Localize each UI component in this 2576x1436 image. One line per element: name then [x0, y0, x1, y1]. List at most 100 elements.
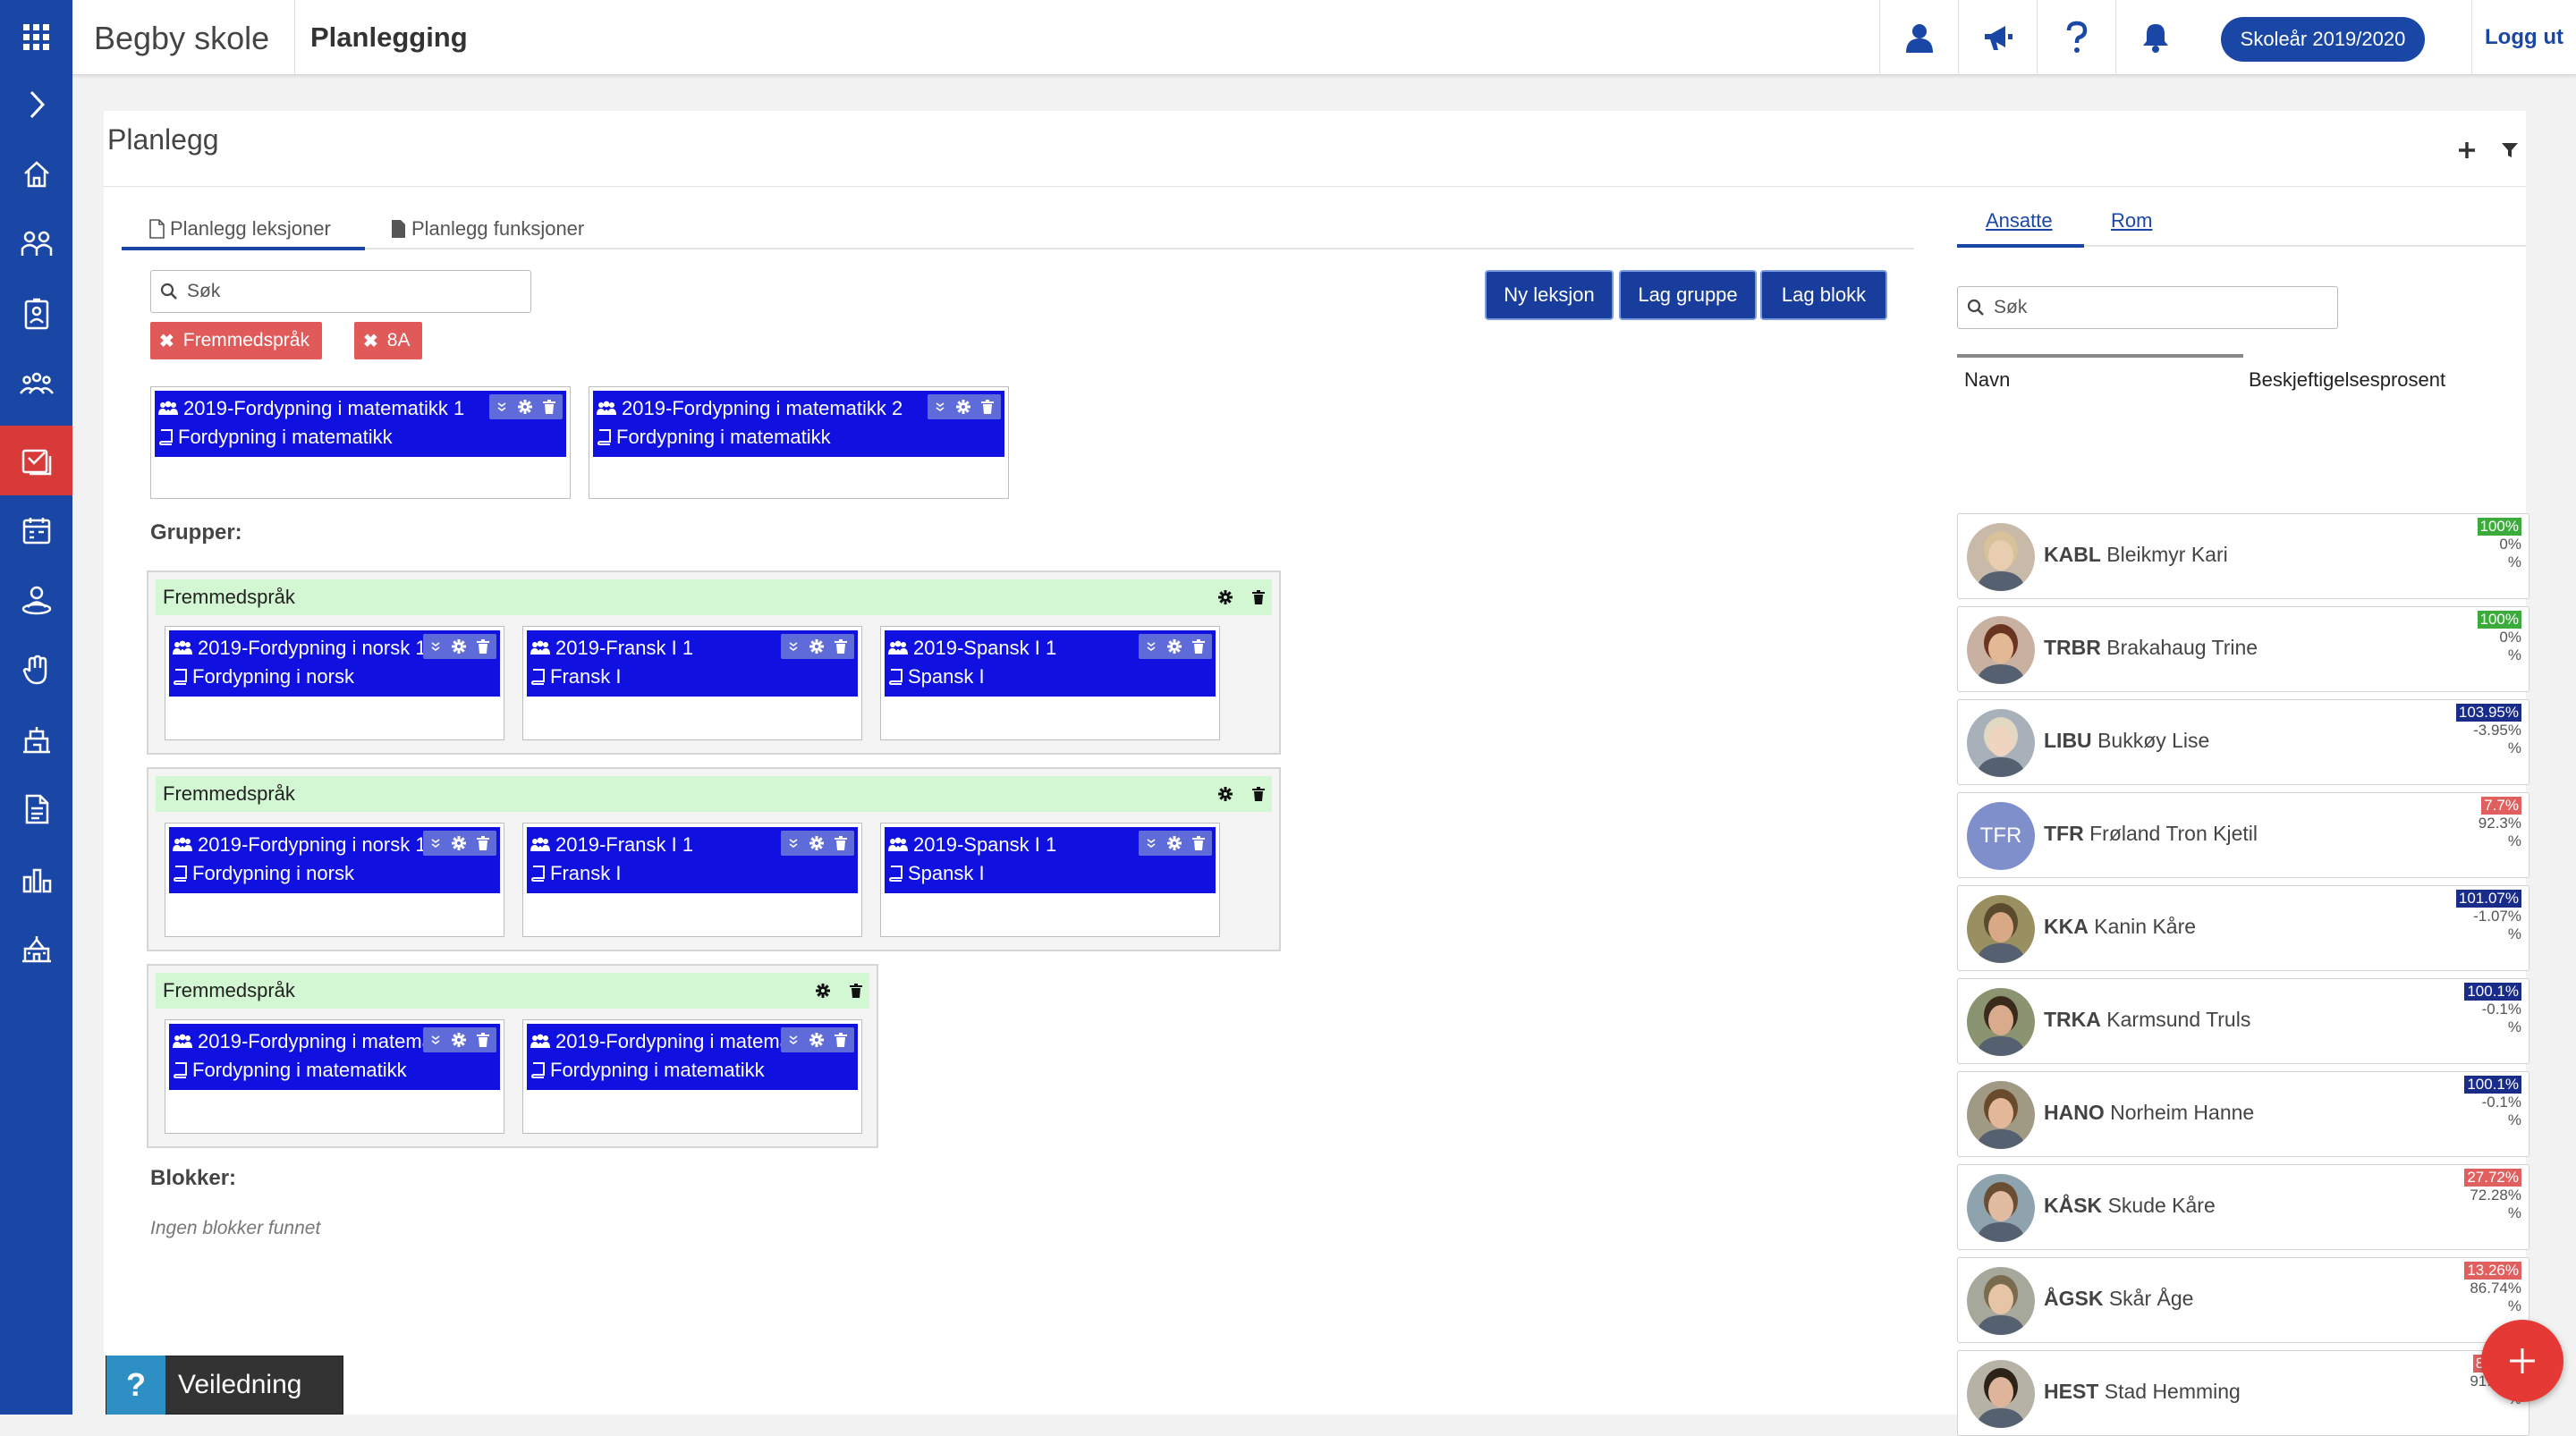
lesson-card[interactable]: 2019-Spansk I 1 Spansk I — [880, 626, 1220, 740]
lesson-card[interactable]: 2019-Spansk I 1 Spansk I — [880, 823, 1220, 937]
double-chevron-icon[interactable] — [1146, 838, 1157, 849]
trash-icon[interactable] — [981, 400, 994, 414]
bell-icon[interactable] — [2115, 0, 2194, 75]
staff-row[interactable]: ÅGSK Skår Åge 13.26% 86.74%% — [1957, 1257, 2529, 1343]
column-name[interactable]: Navn — [1964, 368, 2010, 392]
filter-chip[interactable]: ✖ Fremmedspråk — [150, 322, 322, 359]
staff-search-input[interactable] — [1994, 297, 2291, 318]
gear-icon[interactable] — [452, 1033, 466, 1047]
filter-icon[interactable] — [2494, 134, 2526, 166]
tab-plan-functions[interactable]: Planlegg funksjoner — [390, 211, 584, 247]
lesson-search[interactable] — [150, 270, 531, 313]
tab-rooms[interactable]: Rom — [2111, 209, 2152, 232]
calendar-icon[interactable] — [0, 495, 72, 565]
group-trash-icon[interactable] — [1252, 787, 1265, 801]
planning-icon[interactable] — [0, 426, 72, 495]
lesson-header[interactable]: 2019-Fransk I 1 Fransk I — [527, 827, 858, 893]
double-chevron-icon[interactable] — [430, 838, 441, 849]
lesson-header[interactable]: 2019-Fransk I 1 Fransk I — [527, 630, 858, 697]
double-chevron-icon[interactable] — [430, 641, 441, 652]
lesson-card[interactable]: 2019-Fordypning i matematikk 1 Fordypning… — [165, 1019, 504, 1134]
trash-icon[interactable] — [1192, 836, 1205, 850]
trash-icon[interactable] — [477, 639, 489, 654]
double-chevron-icon[interactable] — [788, 641, 799, 652]
group-gear-icon[interactable] — [1218, 590, 1233, 604]
badge-icon[interactable] — [0, 279, 72, 349]
lesson-header[interactable]: 2019-Fordypning i matematikk 2 Fordypning… — [593, 391, 1004, 457]
building-icon[interactable] — [0, 705, 72, 774]
trash-icon[interactable] — [835, 639, 847, 654]
school-icon[interactable] — [0, 914, 72, 984]
gear-icon[interactable] — [1167, 639, 1182, 654]
staff-row[interactable]: TFR TFR Frøland Tron Kjetil 7.7% 92.3%% — [1957, 792, 2529, 878]
chart-icon[interactable] — [0, 844, 72, 914]
staff-row[interactable]: LIBU Bukkøy Lise 103.95% -3.95%% — [1957, 699, 2529, 785]
staff-row[interactable]: KKA Kanin Kåre 101.07% -1.07%% — [1957, 885, 2529, 971]
trash-icon[interactable] — [1192, 639, 1205, 654]
staff-row[interactable]: HEST Stad Hemming8.98%91.02%% — [1957, 1350, 2529, 1436]
double-chevron-icon[interactable] — [496, 401, 507, 412]
gear-icon[interactable] — [809, 1033, 824, 1047]
logout-button[interactable]: Logg ut — [2471, 0, 2576, 75]
lesson-card[interactable]: 2019-Fordypning i matematikk 2 Fordypning… — [589, 386, 1009, 499]
trash-icon[interactable] — [477, 1033, 489, 1047]
staff-row[interactable]: HANO Norheim Hanne 100.1% -0.1%% — [1957, 1071, 2529, 1157]
group-trash-icon[interactable] — [850, 984, 862, 998]
tab-plan-lessons[interactable]: Planlegg leksjoner — [148, 211, 331, 247]
staff-row[interactable]: KABL Bleikmyr Kari 100% 0%% — [1957, 513, 2529, 599]
expand-chevron-icon[interactable] — [0, 70, 72, 139]
trash-icon[interactable] — [835, 1033, 847, 1047]
staff-row[interactable]: KÅSK Skude Kåre 27.72% 72.28%% — [1957, 1164, 2529, 1250]
trash-icon[interactable] — [835, 836, 847, 850]
group-trash-icon[interactable] — [1252, 590, 1265, 604]
add-fab-button[interactable] — [2481, 1320, 2563, 1402]
person-icon[interactable] — [1879, 0, 1958, 75]
lesson-header[interactable]: 2019-Fordypning i norsk 1 Fordypning i no… — [169, 827, 500, 893]
staff-row[interactable]: TRBR Brakahaug Trine 100% 0%% — [1957, 606, 2529, 692]
lesson-header[interactable]: 2019-Fordypning i matematikk 1 Fordypning… — [169, 1024, 500, 1090]
team-icon[interactable] — [0, 349, 72, 418]
group-gear-icon[interactable] — [816, 984, 830, 998]
double-chevron-icon[interactable] — [935, 401, 945, 412]
plus-icon[interactable] — [2451, 134, 2483, 166]
lesson-card[interactable]: 2019-Fordypning i norsk 1 Fordypning i no… — [165, 626, 504, 740]
double-chevron-icon[interactable] — [788, 1035, 799, 1045]
home-icon[interactable] — [0, 139, 72, 209]
lesson-header[interactable]: 2019-Fordypning i norsk 1 Fordypning i no… — [169, 630, 500, 697]
staff-row[interactable]: TRKA Karmsund Truls 100.1% -0.1%% — [1957, 978, 2529, 1064]
people-group-icon[interactable] — [0, 209, 72, 279]
double-chevron-icon[interactable] — [1146, 641, 1157, 652]
trash-icon[interactable] — [477, 836, 489, 850]
gear-icon[interactable] — [452, 836, 466, 850]
megaphone-icon[interactable] — [1958, 0, 2037, 75]
new-lesson-button[interactable]: Ny leksjon — [1485, 270, 1614, 320]
apps-grid-icon[interactable] — [0, 3, 72, 72]
lesson-card[interactable]: 2019-Fordypning i norsk 1 Fordypning i no… — [165, 823, 504, 937]
lesson-header[interactable]: 2019-Spansk I 1 Spansk I — [885, 827, 1216, 893]
document-icon[interactable] — [0, 774, 72, 844]
remove-icon[interactable]: ✖ — [363, 330, 378, 352]
column-employment[interactable]: Beskjeftigelsesprosent — [2249, 368, 2445, 392]
gear-icon[interactable] — [956, 400, 970, 414]
gear-icon[interactable] — [809, 836, 824, 850]
guide-button[interactable]: ? Veiledning — [106, 1356, 343, 1415]
trash-icon[interactable] — [543, 400, 555, 414]
double-chevron-icon[interactable] — [788, 838, 799, 849]
staff-search[interactable] — [1957, 286, 2338, 329]
user-network-icon[interactable] — [0, 565, 72, 635]
search-input[interactable] — [187, 281, 484, 302]
lesson-card[interactable]: 2019-Fordypning i matematikk 1 Fordypning… — [150, 386, 571, 499]
make-block-button[interactable]: Lag blokk — [1760, 270, 1887, 320]
group-gear-icon[interactable] — [1218, 787, 1233, 801]
remove-icon[interactable]: ✖ — [159, 330, 174, 352]
lesson-header[interactable]: 2019-Spansk I 1 Spansk I — [885, 630, 1216, 697]
gear-icon[interactable] — [518, 400, 532, 414]
lesson-card[interactable]: 2019-Fransk I 1 Fransk I — [522, 823, 862, 937]
gear-icon[interactable] — [809, 639, 824, 654]
help-icon[interactable] — [2037, 0, 2115, 75]
make-group-button[interactable]: Lag gruppe — [1619, 270, 1757, 320]
tab-staff[interactable]: Ansatte — [1986, 209, 2053, 232]
gear-icon[interactable] — [1167, 836, 1182, 850]
school-year-button[interactable]: Skoleår 2019/2020 — [2221, 17, 2425, 62]
lesson-card[interactable]: 2019-Fransk I 1 Fransk I — [522, 626, 862, 740]
